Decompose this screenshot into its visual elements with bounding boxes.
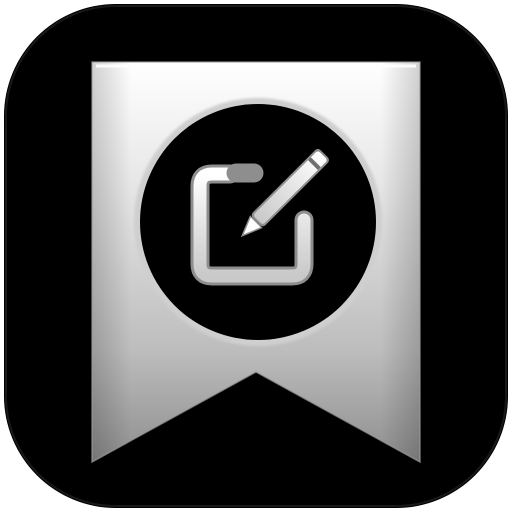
icon-canvas <box>0 0 512 512</box>
app-icon[interactable] <box>0 0 512 512</box>
